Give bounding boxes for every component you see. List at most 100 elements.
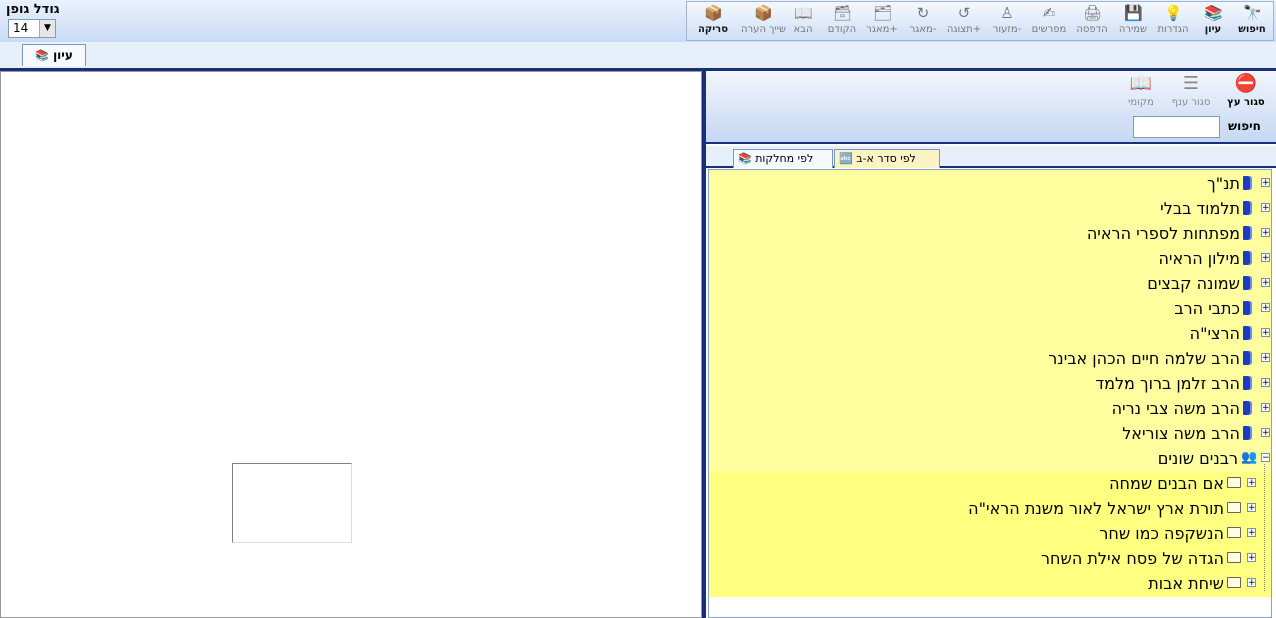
book-icon [1243, 251, 1252, 265]
lightbulb-icon: 💡 [1164, 4, 1183, 22]
toolbar-button-label: סריקה [698, 24, 728, 35]
tree-item-label: הנשקפה כמו שחר [1099, 524, 1224, 543]
tree-item-label: תורת ארץ ישראל לאור משנת הראי"ה [968, 499, 1224, 518]
expand-icon[interactable]: + [1261, 328, 1270, 338]
book-icon [1243, 426, 1252, 440]
tab-alphabetical-label: לפי סדר א-ב [856, 152, 916, 165]
toolbar-button-4[interactable]: 🖨 הדפסה [1072, 4, 1112, 40]
tree-item[interactable]: + הרב משה צוריאל [709, 421, 1271, 446]
main-tab-strip [0, 42, 1276, 71]
rabbis-group-icon: 👥 [1241, 450, 1258, 465]
tree-item[interactable]: + הרצי"ה [709, 321, 1271, 346]
tree-item-label: הרב זלמן ברוך מלמד [1095, 374, 1240, 393]
toolbar-button-label: מזעור- [992, 24, 1022, 35]
expand-icon[interactable]: + [1247, 578, 1256, 588]
folder-icon [1227, 477, 1241, 488]
zoom-in-icon: ↺ [957, 4, 971, 22]
previous-icon: 🗃 [833, 4, 853, 22]
panel-button-1[interactable]: ☰ סגור ענף [1167, 73, 1215, 111]
expand-icon[interactable]: + [1261, 403, 1270, 413]
book-icon [1243, 301, 1252, 315]
tree-item[interactable]: + תנ"ך [709, 171, 1271, 196]
book-icon [1243, 351, 1252, 365]
expand-icon[interactable]: + [1261, 378, 1270, 388]
main-toolbar: 🔭 חיפוש 📚 עיון 💡 הגדרות 💾 שמירה 🖨 הדפסה ✍ מפרשים ♙ מז… [686, 1, 1274, 41]
tab-iyun[interactable]: 📚 עיון [22, 44, 86, 66]
tree-item[interactable]: + מילון הראיה [709, 246, 1271, 271]
toolbar-button-7[interactable]: ↺ תצוגה+ [945, 4, 983, 40]
tree-item-label: הגדה של פסח אילת השחר [1041, 549, 1224, 568]
tree-item-label: שיחת אבות [1148, 574, 1224, 593]
commentators-icon: ✍ [1042, 4, 1056, 22]
font-size-select[interactable]: 14 ▼ [8, 19, 56, 38]
tree-item[interactable]: + אם הבנים שמחה [709, 471, 1271, 496]
local-book-icon: 📖 [1129, 73, 1153, 94]
toolbar-button-3[interactable]: 💾 שמירה [1115, 4, 1151, 40]
tree-item[interactable]: + הגדה של פסח אילת השחר [709, 546, 1271, 571]
expand-icon[interactable]: + [1261, 228, 1270, 238]
font-size-label: גודל גופן [6, 2, 60, 17]
toolbar-button-12[interactable]: 📦 שייך הערה [741, 4, 786, 40]
tree-item-label: הרב משה צוריאל [1122, 424, 1240, 443]
toolbar-button-10[interactable]: 🗃 הקודם [824, 4, 860, 40]
toolbar-button-1[interactable]: 📚 עיון [1197, 4, 1229, 40]
panel-button-2[interactable]: 📖 מקומי [1117, 73, 1165, 111]
expand-icon[interactable]: + [1247, 503, 1256, 513]
books-icon: 📚 [35, 49, 49, 62]
tab-by-category[interactable]: 📚 לפי מחלקות [733, 149, 833, 168]
scan-icon: 📦 [704, 4, 723, 22]
tree-item[interactable]: + כתבי הרב [709, 296, 1271, 321]
toolbar-button-13[interactable]: 📦 סריקה [691, 4, 735, 40]
toolbar-button-label: הקודם [827, 24, 857, 35]
expand-icon[interactable]: + [1247, 528, 1256, 538]
search-input[interactable] [1133, 116, 1220, 138]
expand-icon[interactable]: + [1261, 428, 1270, 438]
panel-button-label: סגור ענף [1171, 97, 1211, 108]
tree-item[interactable]: + הרב משה צבי נריה [709, 396, 1271, 421]
collapse-icon[interactable]: − [1261, 453, 1270, 463]
tree-item-label: תנ"ך [1207, 174, 1240, 193]
tree-item[interactable]: − 👥 רבנים שונים [709, 446, 1271, 471]
toolbar-button-6[interactable]: ♙ מזעור- [988, 4, 1026, 40]
tree-item-label: כתבי הרב [1174, 299, 1240, 318]
tab-alphabetical[interactable]: 🔤 לפי סדר א-ב [834, 149, 940, 168]
tree-item[interactable]: + הרב שלמה חיים הכהן אבינר [709, 346, 1271, 371]
toolbar-button-2[interactable]: 💡 הגדרות [1154, 4, 1192, 40]
expand-icon[interactable]: + [1261, 253, 1270, 263]
expand-icon[interactable]: + [1261, 278, 1270, 288]
toolbar-button-5[interactable]: ✍ מפרשים [1029, 4, 1069, 40]
toolbar-button-label: מאגר- [909, 24, 937, 35]
library-tree[interactable]: + תנ"ך + תלמוד בבלי + מפתחות לספרי הראיה + מילו… [708, 169, 1272, 618]
toolbar-button-label: מאגר+ [866, 24, 898, 35]
tree-item[interactable]: + שמונה קבצים [709, 271, 1271, 296]
tree-item[interactable]: + הרב זלמן ברוך מלמד [709, 371, 1271, 396]
zoom-out-icon: ♙ [1000, 4, 1014, 22]
chevron-down-icon[interactable]: ▼ [39, 20, 55, 37]
panel-button-0[interactable]: ⛔ סגור עץ [1222, 73, 1270, 111]
expand-icon[interactable]: + [1261, 178, 1270, 188]
expand-icon[interactable]: + [1247, 478, 1256, 488]
tree-item-label: הרב משה צבי נריה [1111, 399, 1240, 418]
expand-icon[interactable]: + [1261, 203, 1270, 213]
tree-item[interactable]: + תלמוד בבלי [709, 196, 1271, 221]
tree-item[interactable]: + שיחת אבות [709, 571, 1271, 596]
expand-icon[interactable]: + [1261, 303, 1270, 313]
close-branch-icon: ☰ [1182, 73, 1200, 94]
toolbar-button-0[interactable]: 🔭 חיפוש [1233, 4, 1271, 40]
expand-icon[interactable]: + [1247, 553, 1256, 563]
book-icon [1243, 376, 1252, 390]
tab-iyun-label: עיון [53, 48, 73, 62]
tree-item[interactable]: + מפתחות לספרי הראיה [709, 221, 1271, 246]
toolbar-button-8[interactable]: ↻ מאגר- [904, 4, 942, 40]
folder-icon [1227, 552, 1241, 563]
book-icon [1243, 176, 1252, 190]
toolbar-button-11[interactable]: 📖 הבא [787, 4, 819, 40]
close-tree-icon: ⛔ [1234, 73, 1258, 94]
toolbar-button-9[interactable]: 🗂 מאגר+ [863, 4, 901, 40]
tree-item[interactable]: + תורת ארץ ישראל לאור משנת הראי"ה [709, 496, 1271, 521]
next-icon: 📖 [794, 4, 813, 22]
tree-item[interactable]: + הנשקפה כמו שחר [709, 521, 1271, 546]
toolbar-button-label: מפרשים [1031, 24, 1067, 35]
expand-icon[interactable]: + [1261, 353, 1270, 363]
folder-icon [1227, 577, 1241, 588]
